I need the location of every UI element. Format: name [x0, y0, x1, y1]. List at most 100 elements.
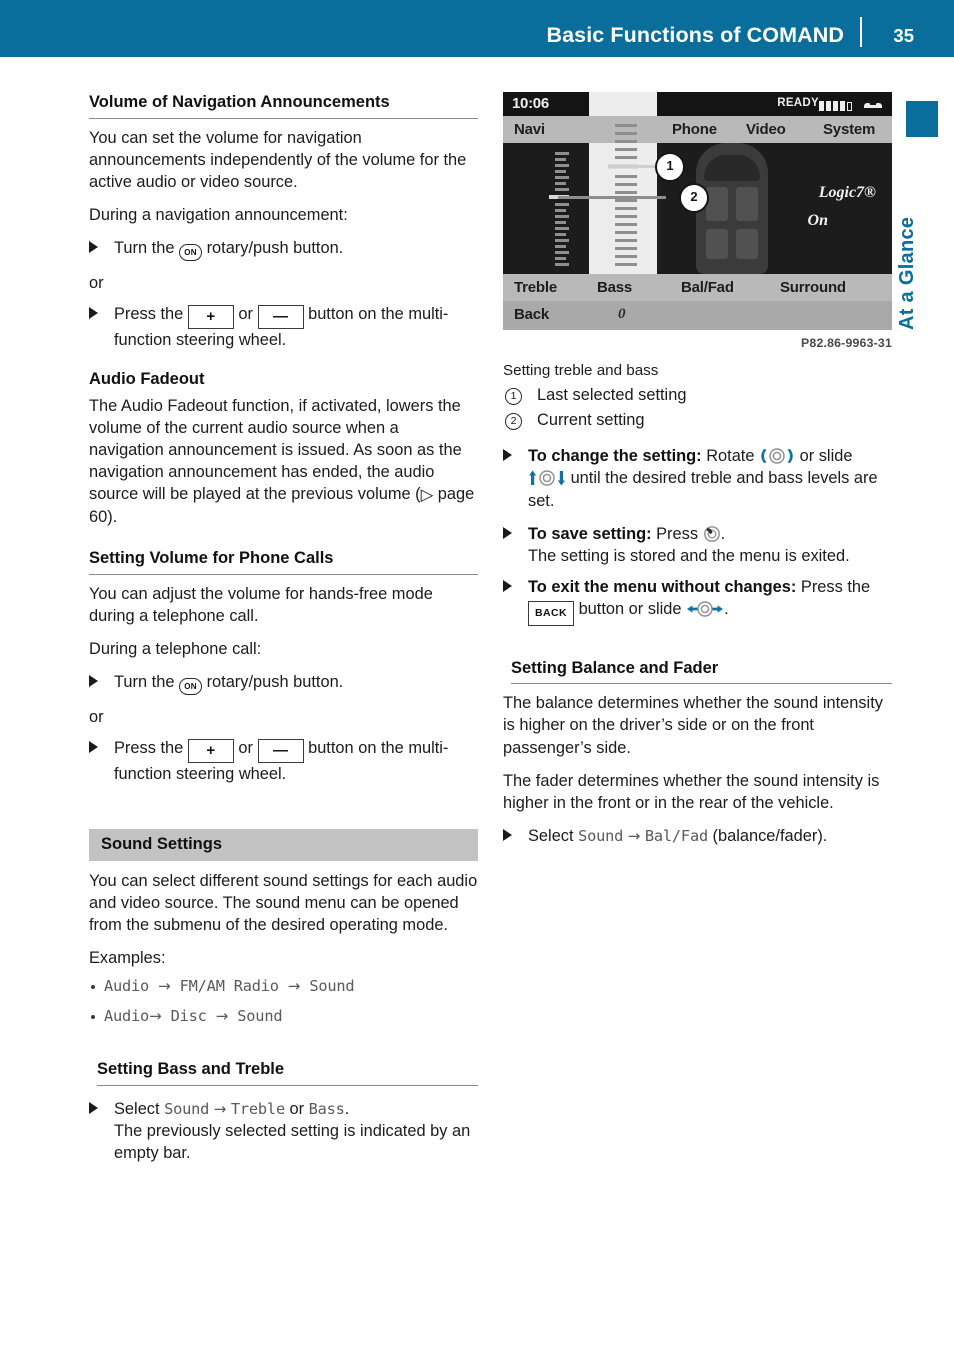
step-text-post: rotary/push button. [206, 238, 344, 257]
step-turn-rotary-nav: Turn the ON rotary/push button. [89, 237, 478, 261]
comand-logic7-label: Logic7® [818, 184, 876, 201]
triangle-bullet-icon [89, 740, 98, 753]
step-balfad-post: (balance/fader). [712, 826, 828, 845]
comand-ready-status: READY [777, 97, 819, 109]
triangle-bullet-icon [89, 240, 98, 253]
callout-2-leader-line [558, 196, 666, 199]
list-item-example-1: Audio → FM/AM Radio → Sound [89, 976, 478, 998]
figure-callout-text-1: Last selected setting [537, 385, 687, 404]
comand-menu-phone[interactable]: Phone [672, 121, 717, 138]
minus-button-icon: — [257, 738, 304, 763]
vehicle-seat-left [706, 187, 728, 221]
paragraph-examples-label: Examples: [89, 949, 166, 968]
step-or-label: or [289, 1099, 305, 1118]
circled-number-2-icon: 2 [505, 413, 522, 431]
step-text-pre: Turn the [114, 672, 175, 691]
heading-setting-balance-and-fader: Setting Balance and Fader [511, 658, 892, 685]
step-exit-period: . [724, 599, 729, 618]
comand-menu-treble[interactable]: Treble [514, 279, 557, 296]
on-knob-icon: ON [179, 243, 202, 261]
or-separator-phone: or [89, 707, 104, 726]
paragraph-audio-fadeout-a: The Audio Fadeout function, if activated… [89, 396, 462, 503]
paragraph-audio-fadeout: The Audio Fadeout function, if activated… [89, 395, 478, 528]
signal-bar [826, 101, 831, 111]
menu-path-bass: Bass [308, 1099, 345, 1118]
step-text-mid: or [238, 304, 253, 323]
margin-tab-block [906, 101, 938, 137]
arrow-right-icon: → [287, 977, 301, 996]
left-column: Volume of Navigation Announcements You c… [89, 92, 478, 1175]
comand-screen-figure: 10:06 READY Navi Phone Video System 1 2 … [503, 92, 892, 330]
step-text-pre: Turn the [114, 238, 175, 257]
arrow-right-icon: → [213, 1099, 227, 1118]
step-sub-text: The previously selected setting is indic… [114, 1121, 471, 1162]
heading-setting-volume-for-phone-calls: Setting Volume for Phone Calls [89, 548, 478, 575]
vehicle-seat-rear-right [736, 229, 758, 259]
comand-menu-balfad[interactable]: Bal/Fad [681, 279, 734, 296]
comand-back-button[interactable]: Back [514, 306, 549, 323]
step-lead-change: To change the setting: [528, 447, 702, 466]
step-change-text-b: or slide [799, 447, 853, 466]
signal-bar [840, 101, 845, 111]
example-2-part3: Sound [228, 1006, 283, 1025]
figure-image-code: P82.86-9963-31 [801, 336, 892, 350]
step-select-sound-treble-bass: Select Sound → Treble or Bass. The previ… [89, 1098, 478, 1164]
list-item-example-2: Audio→ Disc → Sound [89, 1006, 478, 1028]
margin-tab-label: At a Glance [896, 216, 918, 330]
example-1-part2: FM/AM Radio [170, 977, 288, 996]
step-lead-exit: To exit the menu without changes: [528, 577, 797, 596]
step-select-sound-balfad: Select Sound → Bal/Fad (balance/fader). [503, 825, 892, 847]
comand-menu-navi[interactable]: Navi [514, 121, 545, 138]
comand-menu-surround[interactable]: Surround [780, 279, 846, 296]
step-text-pre: Press the [114, 304, 184, 323]
heading-volume-of-navigation-announcements: Volume of Navigation Announcements [89, 92, 478, 119]
paragraph-fader: The fader determines whether the sound i… [503, 771, 880, 812]
step-save-text: Press [656, 524, 699, 543]
paragraph-balance: The balance determines whether the sound… [503, 694, 883, 757]
plus-button-icon: + [187, 738, 234, 763]
plus-button-icon: + [187, 304, 234, 329]
step-change-the-setting: To change the setting: Rotate or slide u… [503, 445, 892, 511]
bullet-dot-icon [91, 985, 95, 990]
menu-path-balfad: Bal/Fad [644, 826, 708, 845]
step-lead-save: To save setting: [528, 524, 652, 543]
step-save-period: . [720, 524, 726, 543]
figure-callout-item-2: 2 Current setting [503, 409, 892, 431]
step-change-text-a: Rotate [706, 447, 755, 466]
step-save-setting: To save setting: Press . The setting is … [503, 523, 892, 567]
comand-menu-video[interactable]: Video [746, 121, 786, 138]
press-controller-icon [703, 525, 720, 542]
step-change-text-c: until the desired treble and bass levels… [528, 469, 878, 510]
callout-marker-2: 2 [679, 183, 709, 213]
step-exit-text-b: button or slide [578, 599, 682, 618]
step-text-post: rotary/push button. [206, 672, 344, 691]
triangle-bullet-icon [503, 449, 512, 462]
comand-bass-value: 0 [618, 306, 626, 322]
circled-number-1-icon: 1 [505, 387, 522, 405]
signal-bar-empty [847, 102, 852, 111]
header-divider [860, 17, 862, 47]
page-ref-triangle-icon: ▷ [420, 485, 434, 504]
comand-clock: 10:06 [512, 95, 549, 112]
comand-back-bar [503, 301, 892, 330]
paragraph-phone-volume-intro: You can adjust the volume for hands-free… [89, 584, 433, 625]
paragraph-sound-settings-intro: You can select different sound settings … [89, 871, 478, 935]
step-exit-menu-without-changes: To exit the menu without changes: Press … [503, 576, 892, 626]
signal-bar [833, 101, 838, 111]
menu-path-treble: Treble [230, 1099, 285, 1118]
arrow-right-icon: → [158, 977, 171, 996]
step-exit-text-a: Press the [800, 577, 871, 596]
comand-menu-bass[interactable]: Bass [597, 279, 632, 296]
menu-path-sound: Sound [164, 1099, 210, 1118]
vehicle-seat-right [736, 187, 758, 221]
example-2-part1: Audio [104, 1006, 150, 1025]
triangle-bullet-icon [503, 828, 512, 841]
step-press-plus-minus-phone: Press the + or — button on the multi-fun… [89, 737, 478, 785]
comand-menu-system[interactable]: System [823, 121, 875, 138]
page-number: 35 [893, 25, 914, 46]
step-turn-rotary-phone: Turn the ON rotary/push button. [89, 671, 478, 695]
step-save-sub: The setting is stored and the menu is ex… [528, 546, 850, 565]
slide-up-down-controller-icon [529, 470, 565, 487]
step-text-mid: or [238, 738, 253, 757]
signal-strength-icon [819, 98, 854, 116]
